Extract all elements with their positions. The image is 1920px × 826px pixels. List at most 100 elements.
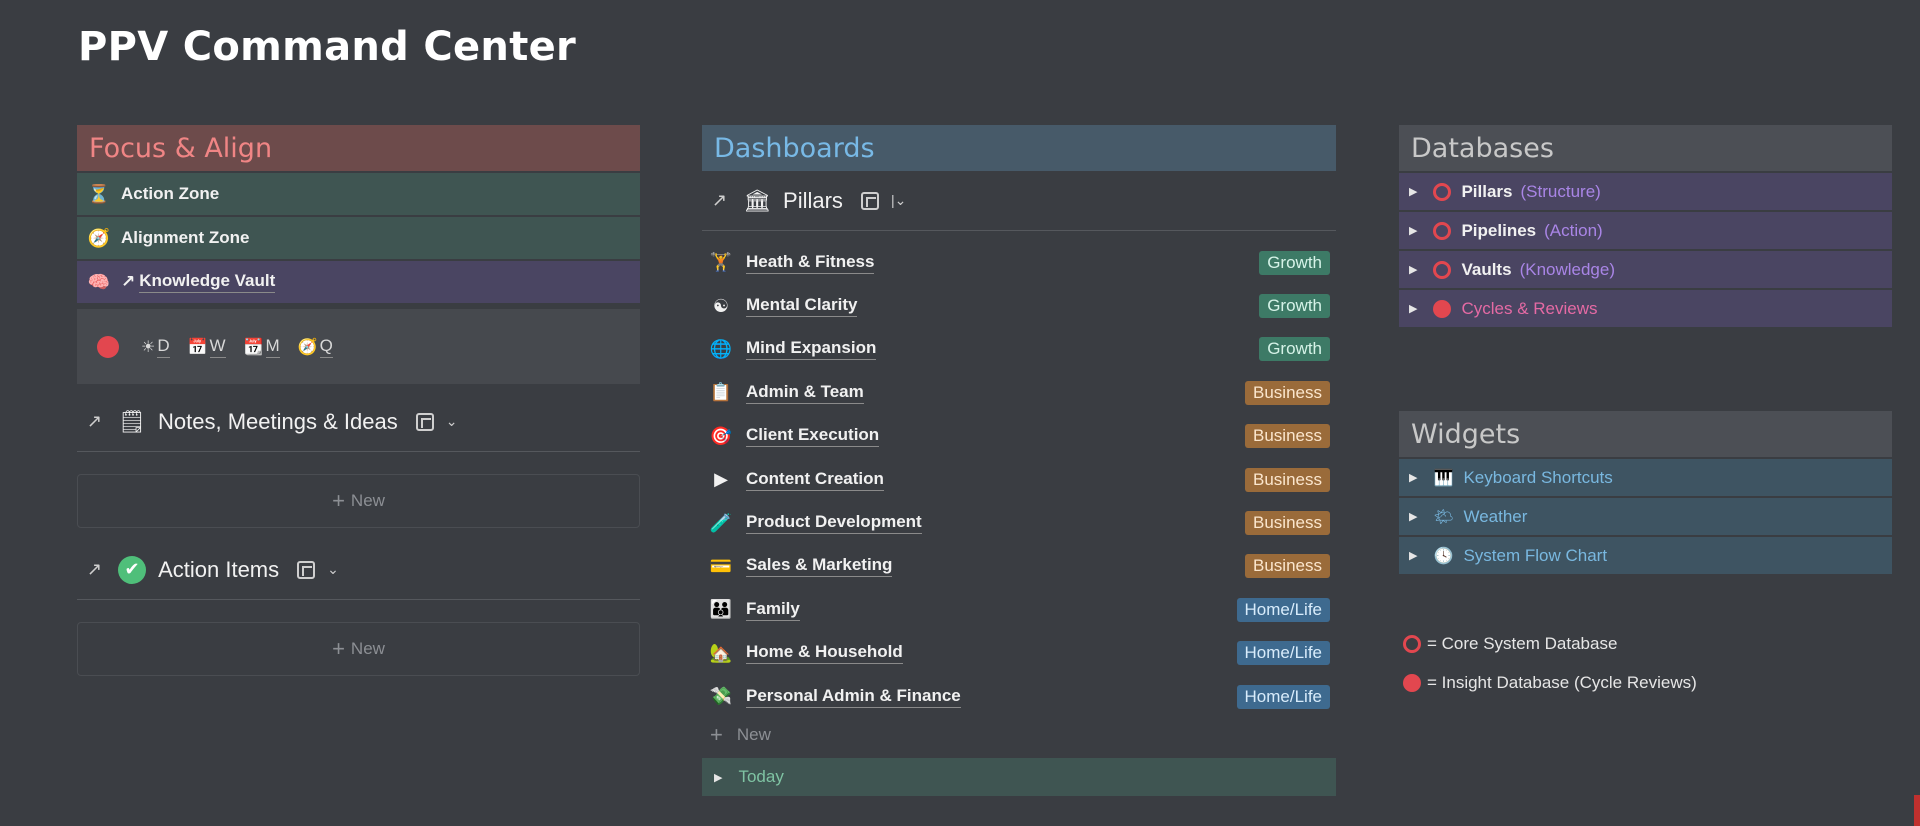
compass-icon: 🧭 [87,227,111,248]
knowledge-vault-label: Knowledge Vault [139,271,276,293]
pillar-row-icon: 🏋 [709,252,733,273]
widget-icon: 🎹 [1433,469,1454,487]
widget-row[interactable]: ▶ 🌤 Weather [1399,498,1892,535]
daily-review-link[interactable]: ☀ D [141,336,170,358]
link-arrow-icon: ↗ [121,272,136,291]
open-link-arrow-icon[interactable]: ↗ [87,559,102,580]
pillar-row[interactable]: 🏋 Heath & Fitness Growth [702,241,1336,284]
pillar-row[interactable]: ▶ Content Creation Business [702,458,1336,501]
pillar-row[interactable]: 💸 Personal Admin & Finance Home/Life [702,675,1336,718]
category-tag: Growth [1259,337,1330,362]
notes-new-button[interactable]: + New [77,474,640,528]
pillar-name: Heath & Fitness [746,252,875,274]
legend-insight-label: = Insight Database (Cycle Reviews) [1427,672,1697,692]
legend-core-row: = Core System Database [1399,624,1892,663]
open-link-arrow-icon[interactable]: ↗ [712,190,727,211]
sun-icon: ☀ [141,338,156,356]
pillar-row[interactable]: 🎯 Client Execution Business [702,415,1336,458]
today-label: Today [738,767,784,787]
widget-icon: 🕓 [1433,547,1454,565]
quarterly-label: Q [319,336,333,358]
pillar-name: Content Creation [746,469,884,491]
widget-label: Keyboard Shortcuts [1463,467,1613,487]
plus-icon: + [332,488,345,513]
action-items-new-button[interactable]: + New [77,622,640,676]
widget-icon: 🌤 [1433,508,1454,526]
weekly-review-link[interactable]: 📅 W [188,336,226,358]
quarterly-review-link[interactable]: 🧭 Q [298,336,333,358]
category-tag: Business [1245,380,1330,405]
database-row[interactable]: ▶ Vaults (Knowledge) [1399,251,1892,288]
chevron-down-icon[interactable]: |⌄ [891,192,906,209]
pillar-name: Mind Expansion [746,338,877,361]
chevron-down-icon[interactable]: ⌄ [446,413,458,430]
database-name: Vaults [1461,259,1512,279]
compass-small-icon: 🧭 [297,338,318,356]
category-tag: Business [1245,511,1330,536]
notes-title: Notes, Meetings & Ideas [158,408,398,434]
knowledge-vault-link[interactable]: 🧠 ↗ Knowledge Vault [77,261,640,303]
table-view-icon[interactable] [297,560,316,579]
database-row[interactable]: ▶ Pipelines (Action) [1399,212,1892,249]
pillar-row[interactable]: 🌐 Mind Expansion Growth [702,328,1336,371]
pillar-row-icon: 🎯 [709,425,733,446]
new-label: New [736,725,771,745]
plus-icon: + [332,636,345,661]
open-link-arrow-icon[interactable]: ↗ [87,411,102,432]
pillar-row-icon: 💳 [709,555,733,576]
widget-label: System Flow Chart [1463,545,1608,565]
notes-view-header[interactable]: ↗ 🗒 Notes, Meetings & Ideas ⌄ [77,392,640,452]
pillar-row[interactable]: 🧪 Product Development Business [702,501,1336,544]
chevron-down-icon[interactable]: ⌄ [327,561,339,578]
pillars-new-button[interactable]: + New [702,718,1336,752]
pillar-name: Home & Household [746,642,903,665]
today-toggle[interactable]: ▶ Today [702,758,1336,797]
database-row[interactable]: ▶ Pillars (Structure) [1399,173,1892,210]
action-items-view-header[interactable]: ↗ ✔ Action Items ⌄ [77,540,640,600]
category-tag: Business [1245,467,1330,492]
monthly-review-link[interactable]: 📆 M [244,336,280,358]
action-items-title: Action Items [158,556,280,582]
triangle-right-icon[interactable]: ▶ [1409,510,1417,523]
pillars-view-header[interactable]: ↗ 🏛 Pillars |⌄ [702,171,1336,231]
database-subtitle: (Action) [1544,220,1603,240]
alignment-zone-link[interactable]: 🧭 Alignment Zone [77,217,640,259]
page-title: PPV Command Center [78,24,577,70]
database-name: Pillars [1461,181,1513,201]
triangle-right-icon[interactable]: ▶ [1409,224,1417,237]
database-name: Pipelines [1461,220,1537,240]
action-zone-link[interactable]: ⏳ Action Zone [77,173,640,215]
triangle-right-icon[interactable]: ▶ [1409,302,1417,315]
category-tag: Growth [1259,294,1330,319]
database-row[interactable]: ▶ Cycles & Reviews [1399,290,1892,327]
triangle-right-icon[interactable]: ▶ [1409,185,1417,198]
brain-icon: 🧠 [87,271,111,292]
triangle-right-icon[interactable]: ▶ [1409,471,1417,484]
triangle-right-icon[interactable]: ▶ [1409,263,1417,276]
pillar-name: Client Execution [746,425,880,448]
pillar-row-icon: 👪 [709,599,733,620]
plus-icon: + [710,722,723,748]
pillar-row-icon: 🏡 [709,642,733,663]
pillar-row[interactable]: 📋 Admin & Team Business [702,371,1336,414]
month-calendar-icon: 📆 [243,338,264,356]
daily-label: D [157,336,170,358]
pillar-row-icon: 🧪 [709,512,733,533]
pillar-row[interactable]: 👪 Family Home/Life [702,588,1336,631]
widget-row[interactable]: ▶ 🎹 Keyboard Shortcuts [1399,459,1892,496]
pillar-row[interactable]: ☯ Mental Clarity Growth [702,284,1336,327]
list-view-icon[interactable] [860,191,879,210]
pillar-row-icon: ☯ [712,295,730,316]
table-view-icon[interactable] [415,412,434,431]
legend-core-label: = Core System Database [1427,633,1618,653]
monthly-label: M [265,336,280,358]
focus-align-header: Focus & Align [77,125,640,171]
pillar-row[interactable]: 🏡 Home & Household Home/Life [702,632,1336,675]
database-subtitle: (Knowledge) [1519,259,1616,279]
triangle-right-icon[interactable]: ▶ [1409,549,1417,562]
database-list: ▶ Pillars (Structure) ▶ Pipelines (Action) ▶ Va… [1399,173,1892,327]
databases-column: Databases ▶ Pillars (Structure) ▶ Pipelines (… [1399,125,1892,702]
insight-dot-icon [1403,673,1421,692]
widget-row[interactable]: ▶ 🕓 System Flow Chart [1399,537,1892,574]
pillar-row[interactable]: 💳 Sales & Marketing Business [702,545,1336,588]
